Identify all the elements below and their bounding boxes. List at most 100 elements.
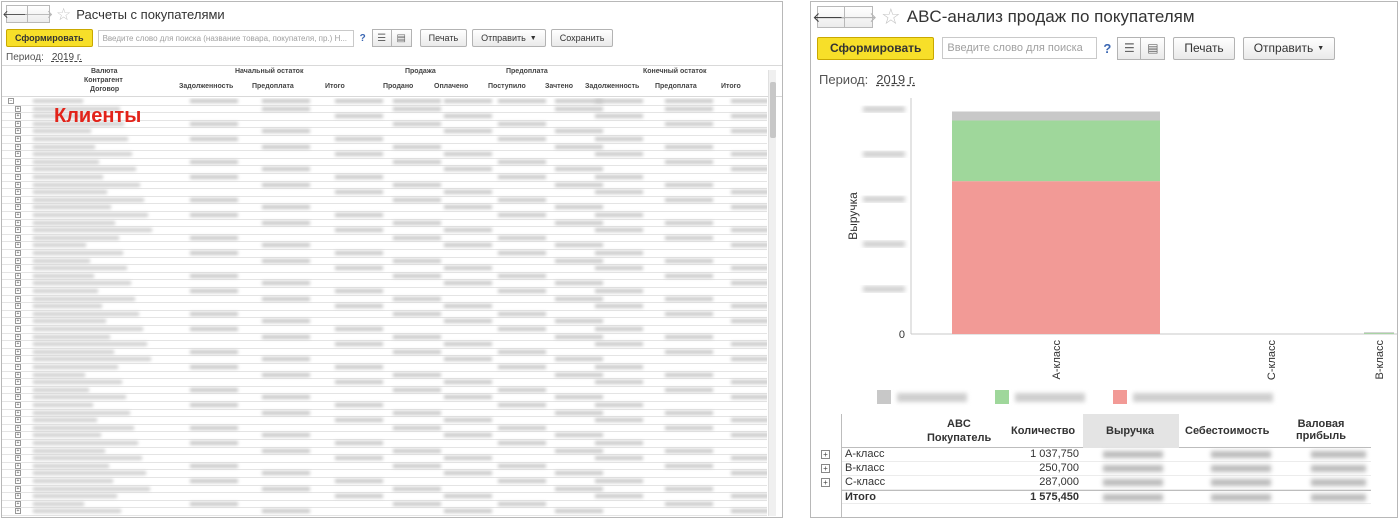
expand-icon[interactable]: + — [15, 181, 21, 188]
table-row[interactable]: + — [2, 166, 767, 174]
table-row[interactable]: + — [2, 371, 767, 380]
expand-icon[interactable]: + — [15, 189, 21, 196]
table-row[interactable]: + — [2, 379, 767, 387]
table-row[interactable]: + — [2, 219, 767, 228]
expand-icon[interactable]: + — [15, 272, 21, 279]
print-button[interactable]: Печать — [1173, 36, 1235, 60]
table-row[interactable]: + — [2, 227, 767, 235]
save-button[interactable]: Сохранить — [550, 29, 614, 47]
expand-icon[interactable]: + — [15, 204, 21, 211]
expand-icon[interactable]: + — [15, 333, 21, 340]
table-row[interactable]: + — [2, 348, 767, 357]
table-row[interactable]: + — [2, 242, 767, 250]
expand-icon[interactable]: + — [15, 318, 21, 325]
table-row[interactable]: + — [2, 478, 767, 486]
generate-button[interactable]: Сформировать — [6, 29, 93, 47]
table-row[interactable]: + — [2, 295, 767, 304]
expand-icon[interactable]: + — [15, 508, 21, 515]
expand-icon[interactable]: + — [15, 409, 21, 416]
expand-icon[interactable]: + — [15, 371, 21, 378]
expand-icon[interactable]: + — [15, 386, 21, 393]
expand-icon[interactable]: + — [15, 462, 21, 469]
expand-icon[interactable]: + — [15, 143, 21, 150]
table-row[interactable]: + — [2, 196, 767, 205]
expand-icon[interactable]: + — [821, 464, 830, 473]
expand-icon[interactable]: + — [15, 234, 21, 241]
period-value-link[interactable]: 2019 г. — [876, 72, 915, 87]
expand-icon[interactable]: + — [15, 196, 21, 203]
expand-icon[interactable]: + — [15, 310, 21, 317]
search-input[interactable]: Введите слово для поиска — [942, 37, 1098, 59]
table-row[interactable]: + — [2, 174, 767, 182]
generate-button[interactable]: Сформировать — [817, 36, 935, 60]
expand-icon[interactable]: + — [15, 478, 21, 484]
table-row[interactable]: + — [2, 493, 767, 501]
table-row[interactable]: + — [2, 356, 767, 364]
expand-icon[interactable]: + — [15, 174, 21, 180]
expand-icon[interactable]: + — [15, 417, 21, 424]
table-row[interactable]: + — [2, 250, 767, 258]
expand-icon[interactable]: + — [15, 493, 21, 500]
favorite-star-icon[interactable]: ☆ — [881, 6, 901, 28]
table-row[interactable]: + — [2, 409, 767, 418]
report-variant-icon[interactable]: ▤ — [1141, 36, 1166, 60]
expand-icon[interactable]: + — [15, 364, 21, 370]
send-button[interactable]: Отправить ▼ — [472, 29, 546, 47]
send-button[interactable]: Отправить ▼ — [1242, 36, 1336, 60]
expand-icon[interactable]: + — [15, 158, 21, 165]
favorite-star-icon[interactable]: ☆ — [56, 6, 71, 23]
table-row[interactable]: + — [2, 341, 767, 349]
expand-icon[interactable]: + — [15, 105, 21, 112]
expand-icon[interactable]: + — [15, 356, 21, 363]
table-row[interactable]: + — [2, 417, 767, 425]
table-row[interactable]: + — [2, 280, 767, 288]
table-row[interactable]: + — [2, 128, 767, 136]
table-row[interactable]: + — [2, 364, 767, 372]
expand-icon[interactable]: + — [15, 341, 21, 348]
expand-icon[interactable]: + — [15, 326, 21, 332]
vertical-scrollbar[interactable] — [768, 70, 776, 516]
expand-icon[interactable]: + — [15, 265, 21, 272]
table-row[interactable]: + — [2, 212, 767, 220]
table-row[interactable]: + — [2, 447, 767, 456]
forward-button[interactable]: 🡒 — [840, 6, 877, 28]
table-row[interactable]: + — [2, 485, 767, 494]
expand-icon[interactable]: + — [15, 394, 21, 401]
table-row[interactable]: + — [2, 333, 767, 342]
table-row[interactable]: + B-класс 250,700 — [821, 462, 1371, 476]
expand-icon[interactable]: + — [15, 432, 21, 439]
expand-icon[interactable]: + — [15, 447, 21, 454]
table-row[interactable]: + — [2, 402, 767, 410]
expand-icon[interactable]: + — [15, 136, 21, 142]
table-row[interactable]: + — [2, 462, 767, 471]
table-row[interactable]: + — [2, 181, 767, 190]
expand-icon[interactable]: + — [15, 242, 21, 249]
expand-icon[interactable]: + — [15, 295, 21, 302]
table-row[interactable]: + — [2, 204, 767, 212]
table-row[interactable]: + — [2, 158, 767, 167]
expand-icon[interactable]: + — [15, 212, 21, 218]
period-value-link[interactable]: 2019 г. — [52, 52, 82, 63]
expand-icon[interactable]: + — [15, 303, 21, 310]
expand-icon[interactable]: + — [15, 348, 21, 355]
expand-icon[interactable]: + — [15, 166, 21, 173]
expand-icon[interactable]: + — [821, 478, 830, 487]
table-row[interactable]: + — [2, 189, 767, 197]
search-input[interactable]: Введите слово для поиска (название товар… — [97, 29, 354, 47]
expand-icon[interactable]: + — [15, 250, 21, 256]
scrollbar-thumb[interactable] — [770, 82, 776, 138]
expand-icon[interactable]: + — [15, 128, 21, 135]
table-row[interactable]: + — [2, 508, 767, 516]
report-settings-icon[interactable]: ☰ — [1117, 36, 1142, 60]
table-row[interactable]: + — [2, 440, 767, 448]
expand-icon[interactable]: + — [15, 485, 21, 492]
expand-icon[interactable]: + — [15, 500, 21, 507]
expand-icon[interactable]: + — [15, 113, 21, 120]
report-variant-icon[interactable]: ▤ — [391, 29, 412, 47]
expand-icon[interactable]: + — [15, 440, 21, 446]
table-row[interactable]: + — [2, 386, 767, 395]
table-row[interactable]: + — [2, 326, 767, 334]
table-row[interactable]: + — [2, 288, 767, 296]
expand-icon[interactable]: + — [15, 280, 21, 287]
expand-icon[interactable]: + — [15, 288, 21, 294]
